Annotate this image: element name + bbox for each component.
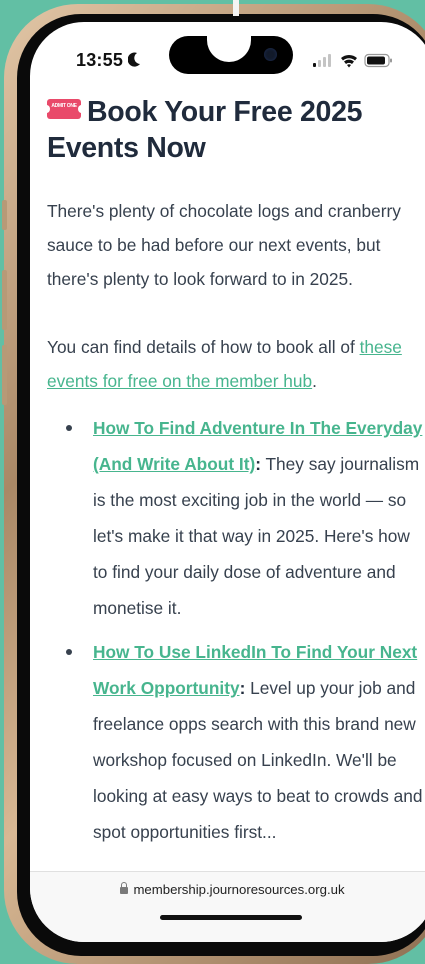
status-time: 13:55 xyxy=(76,50,124,70)
events-list: How To Find Adventure In The Everyday (A… xyxy=(47,410,425,850)
browser-address-bar[interactable]: membership.journoresources.org.uk xyxy=(30,871,425,942)
cellular-signal-icon xyxy=(313,54,331,67)
wifi-icon xyxy=(341,54,357,68)
article-title: ADMIT ONE Book Your Free 2025 Events Now xyxy=(43,96,363,164)
status-icons xyxy=(313,53,392,68)
focus-moon-icon xyxy=(128,52,140,67)
charging-cable xyxy=(233,0,239,16)
phone-screen[interactable]: 13:55 ADMIT ONE Book Your Free 2025 Even… xyxy=(30,22,425,942)
intro-paragraph: There's plenty of chocolate logs and cra… xyxy=(47,201,401,289)
details-paragraph: You can find details of how to book all … xyxy=(47,337,402,391)
lock-icon xyxy=(120,882,129,894)
list-item: How To Find Adventure In The Everyday (A… xyxy=(66,410,425,626)
cable-notch xyxy=(207,28,251,62)
camera-icon xyxy=(264,48,277,61)
address-url[interactable]: membership.journoresources.org.uk xyxy=(30,882,425,897)
side-button xyxy=(2,270,7,330)
side-button xyxy=(2,345,7,405)
side-button xyxy=(2,200,7,230)
article-content: ADMIT ONE Book Your Free 2025 Events Now … xyxy=(43,94,425,858)
ticket-icon: ADMIT ONE xyxy=(43,99,85,119)
dynamic-island xyxy=(169,28,293,74)
home-indicator[interactable] xyxy=(160,915,302,920)
status-bar: 13:55 xyxy=(30,22,425,96)
battery-icon xyxy=(364,53,392,68)
list-item: How To Use LinkedIn To Find Your Next Wo… xyxy=(66,634,425,850)
